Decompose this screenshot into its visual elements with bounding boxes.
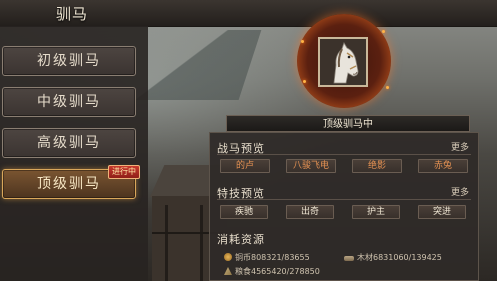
grain-cost: 粮食4565420/278850 [224,266,320,277]
warhorse-preview-header: 战马预览 更多 [217,140,471,155]
ember-spark [382,30,385,33]
training-status: 顶级驯马中 [226,115,470,132]
grain-icon [224,267,232,275]
copper-cost: 铜币808321/83655 [224,252,310,263]
skill-chip[interactable]: 护主 [352,205,400,219]
warhorse-preview-title: 战马预览 [217,142,265,155]
ember-spark [386,86,389,89]
copper-coin-icon [224,253,232,261]
warhorse-more-link[interactable]: 更多 [451,140,469,153]
skill-chip[interactable]: 突进 [418,205,466,219]
skill-preview-header: 特技预览 更多 [217,185,471,200]
menu-item-intermediate-training[interactable]: 中级驯马 [2,87,136,117]
copper-cost-text: 铜币808321/83655 [235,253,310,262]
horse-chip[interactable]: 赤兔 [418,159,468,173]
ember-spark [303,80,306,83]
pavilion-post [200,205,203,281]
skill-more-link[interactable]: 更多 [451,185,469,198]
title-bar: 驯马 [0,0,497,27]
wood-cost-text: 木材6831060/139425 [357,253,442,262]
skill-chip[interactable]: 出奇 [286,205,334,219]
horse-portrait[interactable] [318,37,368,87]
wood-log-icon [344,256,354,261]
resource-title: 消耗资源 [217,233,265,246]
page-title: 驯马 [56,5,89,23]
pavilion-post [165,205,168,281]
ember-spark [301,40,304,43]
in-progress-badge: 进行中 [108,165,140,179]
menu-item-advanced-training[interactable]: 高级驯马 [2,128,136,158]
wood-cost: 木材6831060/139425 [344,252,442,263]
training-menu: 初级驯马 中级驯马 高级驯马 顶级驯马 [0,26,148,281]
info-panel: 战马预览 更多 的卢 八骏飞电 绝影 赤兔 特技预览 更多 疾驰 出奇 护主 突… [209,132,479,281]
horse-chip[interactable]: 绝影 [352,159,402,173]
white-horse-icon [320,39,366,85]
skill-preview-title: 特技预览 [217,187,265,200]
skill-chip[interactable]: 疾驰 [220,205,268,219]
horse-chip[interactable]: 的卢 [220,159,270,173]
horse-chip[interactable]: 八骏飞电 [286,159,336,173]
menu-item-basic-training[interactable]: 初级驯马 [2,46,136,76]
grain-cost-text: 粮食4565420/278850 [235,267,320,276]
